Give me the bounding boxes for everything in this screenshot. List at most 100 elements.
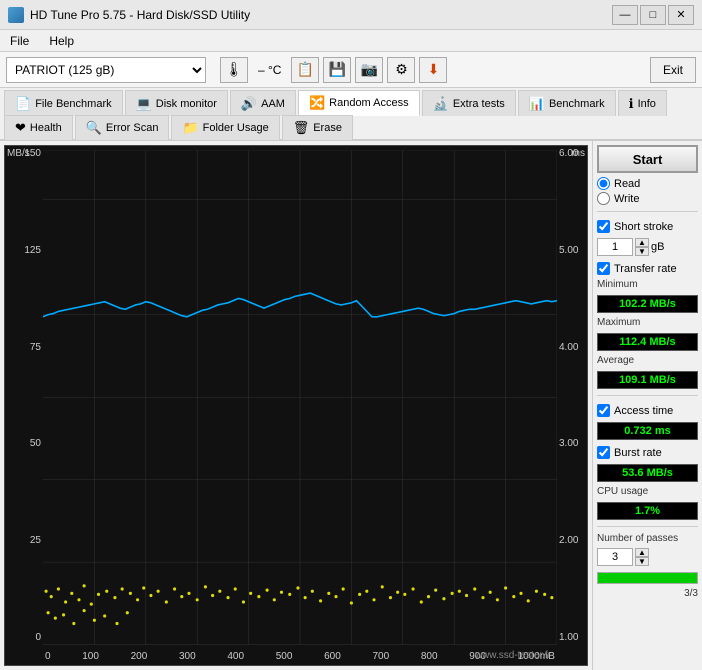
title-bar-left: HD Tune Pro 5.75 - Hard Disk/SSD Utility [8,7,250,23]
burst-rate-label: Burst rate [614,447,662,459]
passes-progress-bar [597,572,698,584]
aam-icon: 🔊 [241,96,257,112]
burst-rate-checkbox[interactable] [597,446,610,459]
cpu-usage-label: CPU usage [597,486,698,497]
spinner-down[interactable]: ▼ [635,247,649,256]
read-radio[interactable] [597,177,610,190]
chart-area: MB/s ms 150 125 75 50 25 0 6.00 5.00 4.0… [4,145,588,666]
tab-info-label: Info [638,98,656,110]
error-scan-icon: 🔍 [86,120,102,136]
icon4[interactable]: ⚙ [387,57,415,83]
app-icon [8,7,24,23]
transfer-rate-checkbox[interactable] [597,262,610,275]
close-button[interactable]: ✕ [668,5,694,25]
write-radio-row[interactable]: Write [597,192,698,205]
extra-tests-icon: 🔬 [433,96,449,112]
tab-aam[interactable]: 🔊 AAM [230,90,296,116]
burst-rate-checkbox-row[interactable]: Burst rate [597,446,698,459]
num-passes-input[interactable] [597,548,633,566]
tab-extra-tests[interactable]: 🔬 Extra tests [422,90,516,116]
access-time-checkbox-row[interactable]: Access time [597,404,698,417]
exit-button[interactable]: Exit [650,57,696,83]
num-passes-label: Number of passes [597,533,698,544]
spinner-up[interactable]: ▲ [635,238,649,247]
burst-rate-value: 53.6 MB/s [597,464,698,482]
y-left-75: 75 [7,342,41,353]
passes-label: 3/3 [597,588,698,599]
info-icon: ℹ [629,96,634,112]
tab-random-access-label: Random Access [329,97,408,109]
divider1 [597,211,698,212]
passes-spinner-arrows: ▲ ▼ [635,548,649,566]
file-benchmark-icon: 📄 [15,96,31,112]
title-controls: — □ ✕ [612,5,694,25]
transfer-rate-checkbox-row[interactable]: Transfer rate [597,262,698,275]
spinner-arrows: ▲ ▼ [635,238,649,256]
tab-erase-label: Erase [313,122,342,134]
temperature-display: – °C [252,63,287,77]
divider3 [597,526,698,527]
x-800: 800 [421,651,438,662]
icon5[interactable]: ⬇ [419,57,447,83]
erase-icon: 🗑 [293,120,310,136]
start-button[interactable]: Start [597,145,698,173]
tab-benchmark[interactable]: 📊 Benchmark [518,90,616,116]
icon3[interactable]: 📷 [355,57,383,83]
file-menu[interactable]: File [4,32,35,50]
tab-info[interactable]: ℹ Info [618,90,667,116]
write-radio[interactable] [597,192,610,205]
disk-selector[interactable]: PATRIOT (125 gB) [6,57,206,83]
toolbar: PATRIOT (125 gB) 🌡 – °C 📋 💾 📷 ⚙ ⬇ Exit [0,52,702,88]
minimum-value: 102.2 MB/s [597,295,698,313]
short-stroke-input[interactable] [597,238,633,256]
access-time-scatter [45,584,554,625]
tab-file-benchmark-label: File Benchmark [35,98,111,110]
read-write-group: Read Write [597,177,698,205]
tab-disk-monitor[interactable]: 💻 Disk monitor [125,90,228,116]
x-100: 100 [82,651,99,662]
y-right-3: 3.00 [559,438,585,449]
tab-health[interactable]: ❤ Health [4,115,73,140]
maximize-button[interactable]: □ [640,5,666,25]
tab-erase[interactable]: 🗑 Erase [282,115,353,140]
y-right-6: 6.00 [559,148,585,159]
read-radio-row[interactable]: Read [597,177,698,190]
y-axis-left: 150 125 75 50 25 0 [5,146,43,645]
chart-svg [43,150,557,645]
y-right-1: 1.00 [559,632,585,643]
read-label: Read [614,178,640,190]
minimum-label: Minimum [597,279,698,290]
tab-folder-usage[interactable]: 📁 Folder Usage [171,115,279,140]
tab-file-benchmark[interactable]: 📄 File Benchmark [4,90,123,116]
access-time-value: 0.732 ms [597,422,698,440]
y-left-0: 0 [7,632,41,643]
x-400: 400 [227,651,244,662]
short-stroke-checkbox[interactable] [597,220,610,233]
help-menu[interactable]: Help [43,32,80,50]
passes-spinner-up[interactable]: ▲ [635,548,649,557]
tab-random-access[interactable]: 🔀 Random Access [298,90,420,116]
minimize-button[interactable]: — [612,5,638,25]
tab-health-label: Health [30,122,62,134]
maximum-label: Maximum [597,317,698,328]
icon1[interactable]: 📋 [291,57,319,83]
access-time-checkbox[interactable] [597,404,610,417]
tab-error-scan[interactable]: 🔍 Error Scan [75,115,170,140]
right-panel: Start Read Write Short stroke ▲ ▼ gB [592,141,702,670]
tab-disk-monitor-label: Disk monitor [156,98,217,110]
average-label: Average [597,355,698,366]
maximum-value: 112.4 MB/s [597,333,698,351]
short-stroke-value-row: ▲ ▼ gB [597,238,698,256]
x-500: 500 [276,651,293,662]
y-left-50: 50 [7,438,41,449]
passes-spinner-down[interactable]: ▼ [635,557,649,566]
folder-usage-icon: 📁 [182,120,198,136]
y-left-25: 25 [7,535,41,546]
y-right-4: 4.00 [559,342,585,353]
short-stroke-checkbox-row[interactable]: Short stroke [597,220,698,233]
benchmark-icon: 📊 [529,96,545,112]
tab-error-scan-label: Error Scan [106,122,159,134]
title-bar: HD Tune Pro 5.75 - Hard Disk/SSD Utility… [0,0,702,30]
icon2[interactable]: 💾 [323,57,351,83]
health-icon[interactable]: 🌡 [220,57,248,83]
